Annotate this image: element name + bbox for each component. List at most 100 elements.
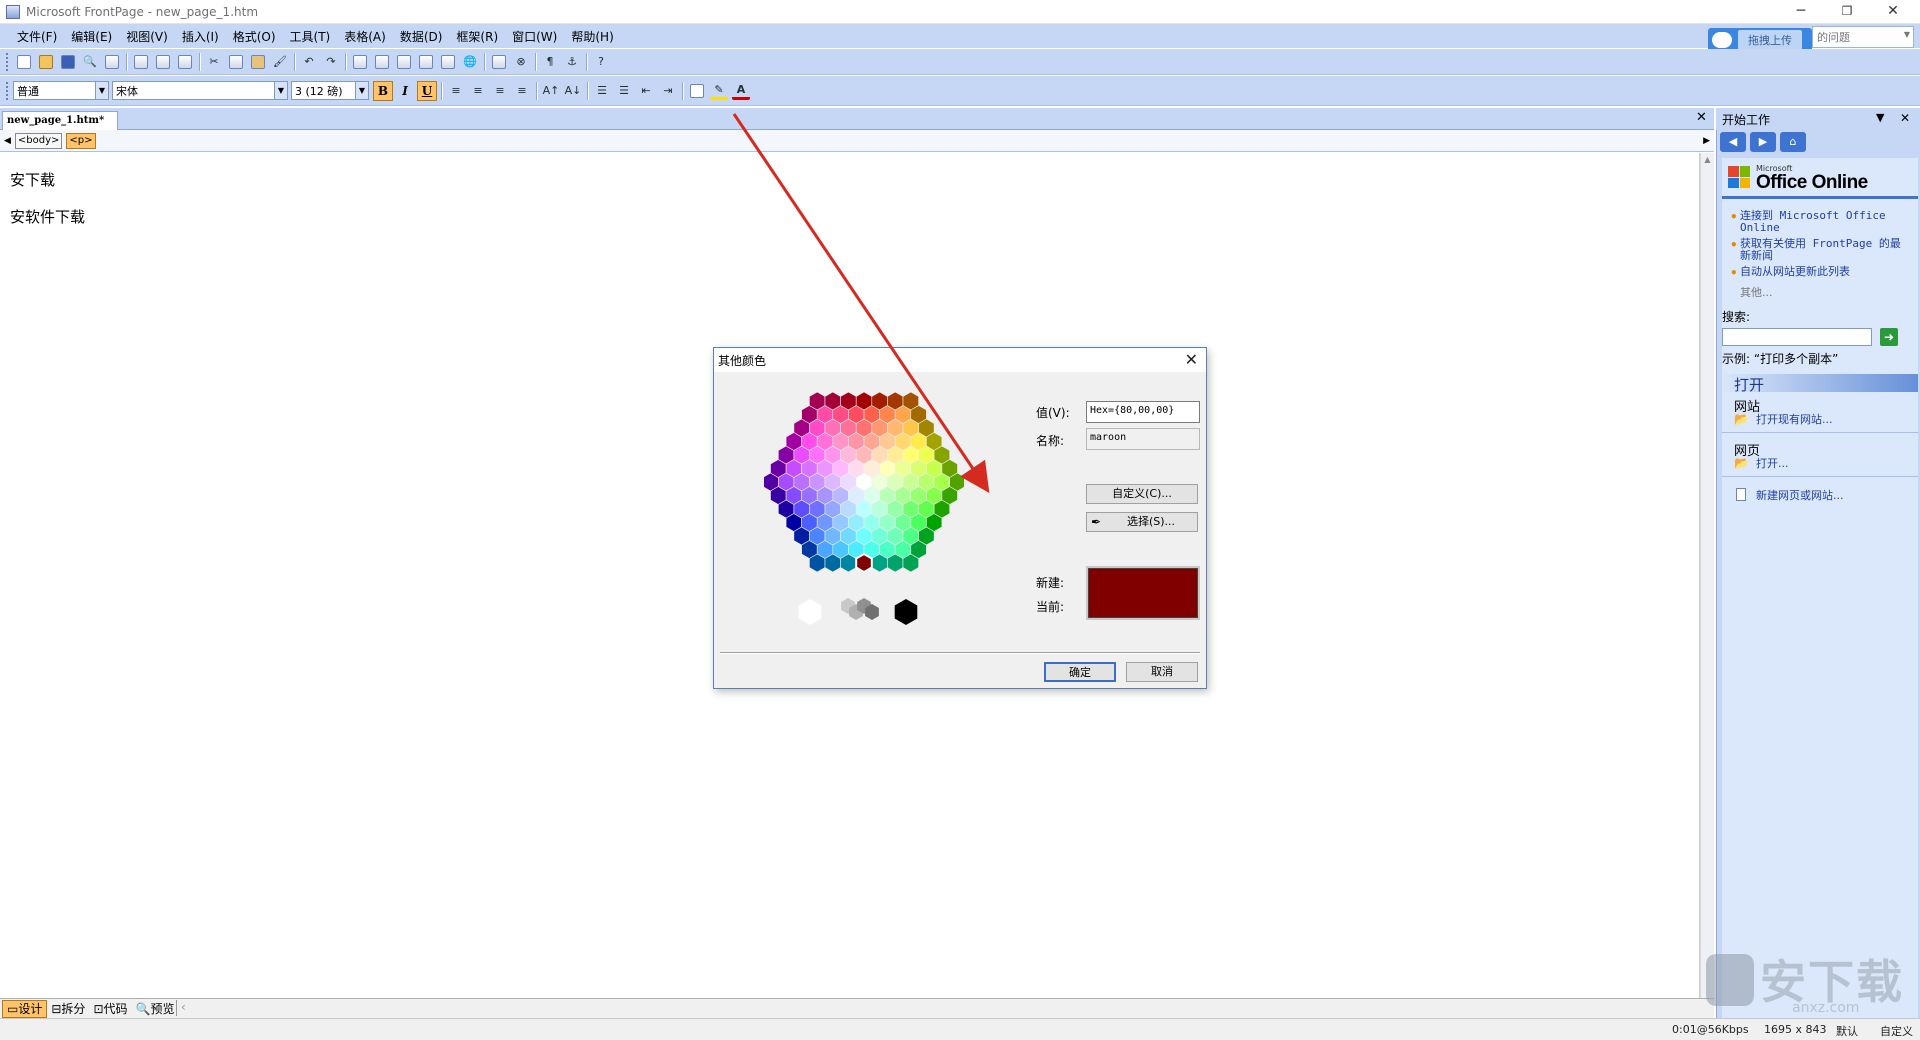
custom-button[interactable]: 自定义(C)... [1086,484,1198,504]
menu-file[interactable]: 文件(F) [10,28,64,45]
tag-body[interactable]: <body> [14,132,63,149]
font-combo[interactable]: 宋体 ▼ [112,81,288,100]
insert-web-component-icon[interactable] [351,53,369,71]
chevron-down-icon[interactable]: ▼ [95,82,108,99]
increase-font-icon[interactable]: A↑ [542,82,560,100]
font-size-combo[interactable]: 3 (12 磅) ▼ [291,81,369,100]
close-pane-icon[interactable]: ✕ [1900,111,1910,125]
grayscale-picker[interactable] [794,592,944,632]
chevron-down-icon[interactable]: ▼ [274,82,287,99]
menu-table[interactable]: 表格(A) [337,28,393,45]
scroll-left-icon[interactable]: ◀ [4,136,11,146]
insert-layer-icon[interactable] [395,53,413,71]
gray-cell[interactable] [798,599,822,625]
font-color-icon[interactable]: A [732,82,750,100]
save-icon[interactable] [59,53,77,71]
menu-data[interactable]: 数据(D) [393,28,450,45]
document-paragraph[interactable]: 安软件下载 [10,206,1699,227]
decrease-font-icon[interactable]: A↓ [564,82,582,100]
document-paragraph[interactable]: 安下载 [10,169,1699,190]
insert-table-icon[interactable] [373,53,391,71]
format-painter-icon[interactable]: 🖌 [271,53,289,71]
new-page-icon[interactable] [15,53,33,71]
minimize-button[interactable]: ─ [1778,0,1824,24]
color-hexagon-picker[interactable] [764,390,964,580]
print-preview-icon[interactable] [154,53,172,71]
tab-split[interactable]: ⊟ 拆分 [47,1000,89,1018]
link-connect-office-online[interactable]: 连接到 Microsoft Office Online [1740,210,1910,234]
copy-icon[interactable] [227,53,245,71]
link-auto-update[interactable]: 自动从网站更新此列表 [1740,266,1910,278]
style-combo[interactable]: 普通 ▼ [13,81,109,100]
bold-button[interactable]: B [373,80,393,101]
decrease-indent-icon[interactable]: ⇤ [637,82,655,100]
bulleted-list-icon[interactable]: ☰ [615,82,633,100]
refresh-icon[interactable] [490,53,508,71]
tab-preview[interactable]: 🔍 预览 [132,1000,179,1018]
gray-cell[interactable] [894,599,918,625]
tab-new-page[interactable]: new_page_1.htm* [2,111,118,131]
tag-p[interactable]: <p> [66,132,96,149]
link-open-website[interactable]: 打开现有网站... [1756,414,1833,426]
chevron-down-icon[interactable]: ▼ [355,82,368,99]
menu-window[interactable]: 窗口(W) [505,28,564,45]
scroll-right-icon[interactable]: ▶ [1703,136,1710,146]
home-icon[interactable]: ⌂ [1780,132,1806,152]
undo-icon[interactable]: ↶ [300,53,318,71]
link-new-page-or-site[interactable]: 新建网页或网站... [1756,490,1844,502]
link-more[interactable]: 其他... [1740,284,1773,300]
insert-picture-icon[interactable] [417,53,435,71]
help-search-input[interactable]: 的问题 ▼ [1812,26,1914,48]
toolbar-grip[interactable] [6,52,9,71]
link-open-page[interactable]: 打开... [1756,458,1789,470]
numbered-list-icon[interactable]: ☰ [593,82,611,100]
print-icon[interactable] [132,53,150,71]
tab-code[interactable]: ⊡ 代码 [89,1000,131,1018]
menu-help[interactable]: 帮助(H) [564,28,620,45]
menu-format[interactable]: 格式(O) [226,28,283,45]
borders-icon[interactable] [688,82,706,100]
close-window-button[interactable]: ✕ [1870,0,1916,24]
cut-icon[interactable]: ✂ [205,53,223,71]
menu-insert[interactable]: 插入(I) [175,28,226,45]
increase-indent-icon[interactable]: ⇥ [659,82,677,100]
back-icon[interactable]: ◀ [1720,132,1746,152]
restore-button[interactable]: ❐ [1824,0,1870,24]
horizontal-scrollbar[interactable]: ‹ [176,1000,1698,1016]
chevron-down-icon[interactable]: ▼ [1904,30,1910,39]
menu-frames[interactable]: 框架(R) [449,28,505,45]
select-button[interactable]: ✒ 选择(S)... [1086,512,1198,532]
open-icon[interactable] [37,53,55,71]
forward-icon[interactable]: ▶ [1750,132,1776,152]
ok-button[interactable]: 确定 [1044,662,1116,682]
paste-icon[interactable] [249,53,267,71]
selected-color-cell[interactable] [855,552,873,574]
cancel-button[interactable]: 取消 [1126,662,1198,682]
show-all-icon[interactable]: ¶ [541,53,559,71]
publish-icon[interactable] [103,53,121,71]
align-right-icon[interactable]: ≡ [491,82,509,100]
redo-icon[interactable]: ↷ [322,53,340,71]
menu-view[interactable]: 视图(V) [119,28,175,45]
close-icon[interactable]: ✕ [1185,350,1198,369]
spelling-icon[interactable] [176,53,194,71]
stop-icon[interactable]: ⊗ [512,53,530,71]
value-input[interactable]: Hex={80,00,00} [1086,401,1200,423]
help-icon[interactable]: ? [592,53,610,71]
task-pane-menu-icon[interactable]: ▼ [1876,111,1884,124]
highlight-icon[interactable]: ✎ [710,82,728,100]
justify-icon[interactable]: ≡ [513,82,531,100]
close-document-icon[interactable]: ✕ [1696,110,1707,125]
tab-design[interactable]: ▭ 设计 [2,999,48,1018]
toolbar-grip[interactable] [6,81,9,100]
scroll-up-icon[interactable]: ▲ [1701,155,1714,164]
menu-tools[interactable]: 工具(T) [283,28,338,45]
vertical-scrollbar[interactable]: ▲ [1700,153,1714,998]
menu-edit[interactable]: 编辑(E) [64,28,119,45]
align-left-icon[interactable]: ≡ [447,82,465,100]
search-icon[interactable]: 🔍 [81,53,99,71]
anchor-icon[interactable]: ⚓ [563,53,581,71]
italic-button[interactable]: I [395,81,415,101]
link-latest-news[interactable]: 获取有关使用 FrontPage 的最新新闻 [1740,238,1910,262]
task-pane-search-input[interactable] [1722,328,1872,346]
